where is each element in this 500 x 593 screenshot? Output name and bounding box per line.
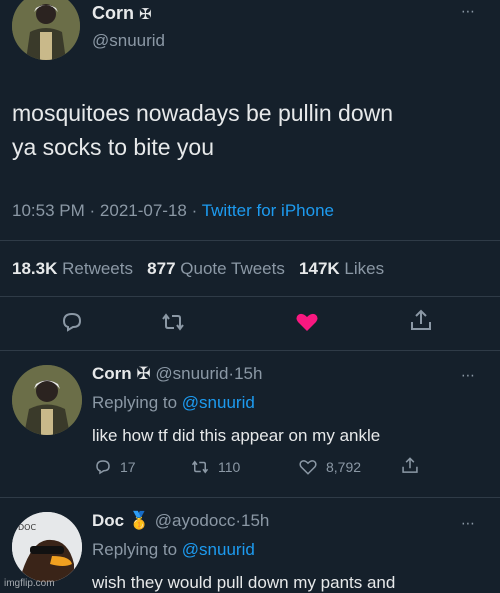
reply-text: wish they would pull down my pants and: [92, 573, 396, 592]
replying-to: Replying to @snuurid: [92, 540, 255, 560]
tweet-age[interactable]: 15h: [241, 511, 269, 530]
retweets-count: 18.3K: [12, 259, 58, 278]
tweet-text-line: mosquitoes nowadays be pullin down: [12, 100, 394, 126]
display-name[interactable]: Doc 🥇: [92, 511, 150, 530]
display-name-text: Corn: [92, 364, 132, 383]
retweets-label: Retweets: [62, 259, 133, 278]
replying-to: Replying to @snuurid: [92, 393, 255, 413]
more-options-icon[interactable]: ⋯: [461, 368, 476, 382]
reply-icon: [94, 458, 112, 476]
likes-stat[interactable]: 147K Likes: [299, 259, 384, 278]
likes-label: Likes: [344, 259, 385, 278]
more-options-icon[interactable]: ⋯: [461, 516, 476, 530]
tweet-stats: 18.3K Retweets 877 Quote Tweets 147K Lik…: [12, 259, 384, 279]
divider: [0, 497, 500, 498]
tweet-text: mosquitoes nowadays be pullin down ya so…: [12, 96, 393, 164]
handle[interactable]: @snuurid: [92, 31, 165, 51]
quotes-label: Quote Tweets: [180, 259, 285, 278]
watermark: imgflip.com: [4, 578, 55, 589]
tweet-time[interactable]: 10:53 PM: [12, 201, 85, 220]
tweet-source[interactable]: Twitter for iPhone: [202, 201, 334, 220]
handle[interactable]: @ayodocc: [155, 511, 236, 530]
divider: [0, 296, 500, 297]
reply-action[interactable]: 17: [94, 458, 136, 476]
retweet-action[interactable]: 110: [190, 458, 240, 476]
svg-text:DOC: DOC: [18, 523, 36, 532]
reply-text: like how tf did this appear on my ankle: [92, 426, 381, 445]
avatar[interactable]: [12, 0, 80, 60]
like-action[interactable]: 8,792: [298, 458, 361, 476]
tweet-age[interactable]: 15h: [234, 364, 262, 383]
tweet-date[interactable]: 2021-07-18: [100, 201, 187, 220]
likes-count: 147K: [299, 259, 340, 278]
retweet-icon: [190, 458, 210, 476]
avatar[interactable]: [12, 365, 82, 435]
replying-to-label: Replying to: [92, 393, 178, 412]
quotes-stat[interactable]: 877 Quote Tweets: [147, 259, 285, 278]
retweets-stat[interactable]: 18.3K Retweets: [12, 259, 133, 278]
avatar[interactable]: DOC: [12, 512, 82, 582]
handle[interactable]: @snuurid: [155, 364, 228, 383]
replying-to-handle[interactable]: @snuurid: [182, 540, 255, 559]
liked-heart-icon[interactable]: [294, 310, 320, 334]
retweet-icon[interactable]: [160, 310, 186, 334]
medal-icon: 🥇: [128, 511, 151, 530]
pentagram-icon: ✠: [136, 364, 151, 383]
share-action[interactable]: [400, 456, 420, 476]
reply-count: 17: [120, 459, 136, 475]
like-count: 8,792: [326, 459, 362, 475]
display-name-text: Corn: [92, 3, 134, 23]
separator: ·: [89, 201, 96, 220]
tweet-text-line: ya socks to bite you: [12, 134, 214, 160]
retweet-count: 110: [218, 459, 241, 475]
replying-to-label: Replying to: [92, 540, 178, 559]
reply-header: Doc 🥇 @ayodocc·15h: [92, 511, 269, 531]
reply-header: Corn ✠ @snuurid·15h: [92, 364, 262, 384]
separator: ·: [191, 201, 198, 220]
display-name-text: Doc: [92, 511, 125, 530]
divider: [0, 240, 500, 241]
share-icon: [400, 456, 420, 476]
display-name[interactable]: Corn ✠: [92, 3, 152, 24]
reply-icon[interactable]: [60, 310, 84, 334]
display-name[interactable]: Corn ✠: [92, 364, 151, 383]
replying-to-handle[interactable]: @snuurid: [182, 393, 255, 412]
heart-icon: [298, 458, 318, 476]
quotes-count: 877: [147, 259, 176, 278]
pentagram-icon: ✠: [139, 6, 152, 23]
tweet-meta: 10:53 PM · 2021-07-18 · Twitter for iPho…: [12, 201, 334, 221]
more-options-icon[interactable]: ⋯: [461, 4, 476, 18]
divider: [0, 350, 500, 351]
share-icon[interactable]: [408, 308, 434, 334]
